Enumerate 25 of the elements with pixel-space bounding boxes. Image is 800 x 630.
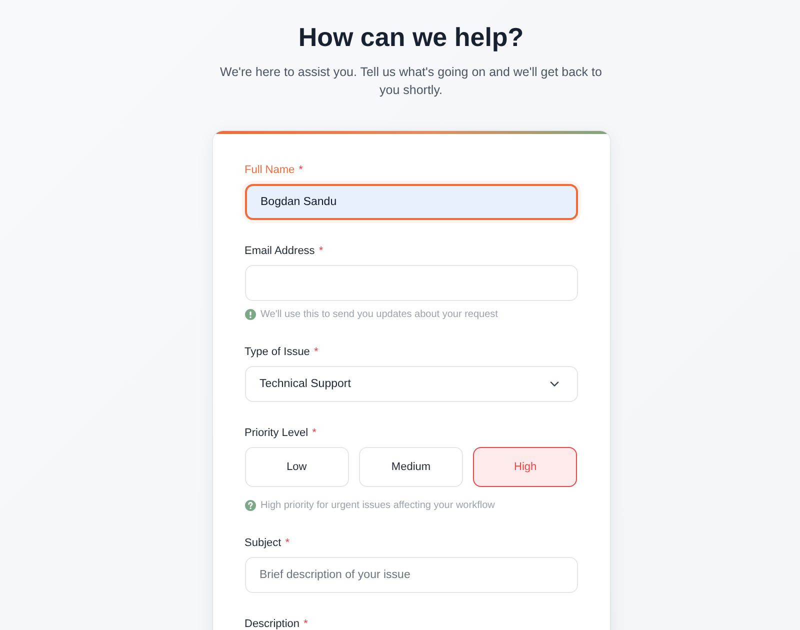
hint-text: High priority for urgent issues affecting your workflow [260, 499, 495, 512]
field-label: Priority Level [244, 426, 308, 440]
priority-option[interactable]: Low [244, 447, 349, 487]
required-asterisk: * [304, 617, 308, 630]
info-icon [244, 309, 256, 320]
field-label: Subject [244, 536, 282, 550]
text-input[interactable]: Bogdan Sandu [244, 184, 578, 220]
hint-text: We'll use this to send you updates about your request [260, 308, 498, 321]
field-label: Type of Issue [244, 345, 310, 359]
page-title: How can we help? [298, 21, 524, 54]
text-input[interactable] [244, 265, 578, 301]
dropdown-field[interactable]: Technical Support [244, 366, 578, 402]
required-asterisk: * [298, 163, 303, 177]
help-icon [244, 500, 256, 511]
field-label: Full Name [244, 163, 295, 177]
required-asterisk: * [314, 345, 318, 359]
priority-option[interactable]: Medium [358, 447, 464, 487]
text-input[interactable]: Brief description of your issue [244, 557, 578, 593]
required-asterisk: * [285, 536, 290, 550]
field-label: Email Address [244, 244, 315, 258]
required-asterisk: * [318, 244, 324, 258]
page-subtitle: We're here to assist you. Tell us what's going on and we'll get back to you shortly. [219, 64, 603, 99]
required-asterisk: * [312, 426, 316, 440]
field-label: Description [244, 617, 300, 630]
chevron-down-icon [550, 381, 558, 387]
